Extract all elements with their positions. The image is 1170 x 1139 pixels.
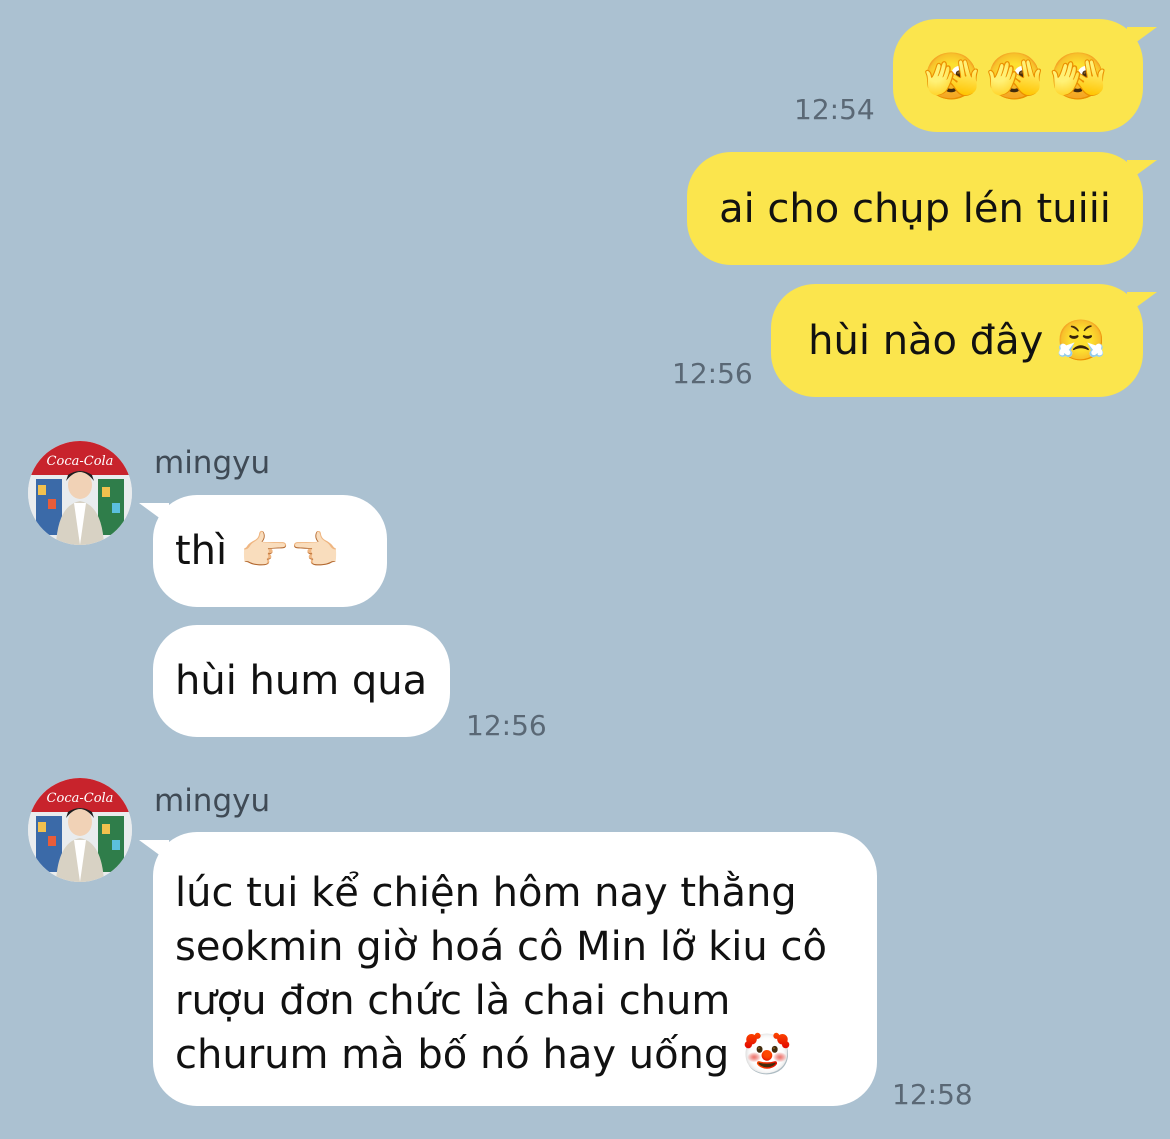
logo-sign: Coca-Cola [47,454,114,469]
message-time: 12:56 [466,709,547,742]
message-line: seokmin giờ hoá cô Min lỡ kiu cô [175,924,827,970]
message-time: 12:56 [672,357,753,390]
outgoing-message-1[interactable]: 🫣🫣🫣 [893,19,1157,132]
outgoing-message-3[interactable]: hùi nào đây 😤 [771,284,1157,397]
incoming-message-3[interactable]: lúc tui kể chiện hôm nay thằng seokmin g… [139,832,877,1106]
message-text: 🫣🫣🫣 [923,48,1113,103]
incoming-message-1[interactable]: thì 👉🏻👈🏻 [139,495,387,607]
message-text: ai cho chụp lén tuiii [719,185,1111,232]
message-time: 12:58 [892,1078,973,1111]
sender-name: mingyu [154,445,271,481]
message-text: thì 👉🏻👈🏻 [175,528,340,574]
person-photo-icon: Coca-Cola [28,441,132,545]
person-photo-icon: Coca-Cola [28,778,132,882]
incoming-message-2[interactable]: hùi hum qua [153,625,450,737]
message-line: lúc tui kể chiện hôm nay thằng [175,870,797,916]
avatar[interactable]: Coca-Cola [28,441,132,545]
message-line: rượu đơn chức là chai chum [175,978,731,1024]
sender-name: mingyu [154,783,271,819]
outgoing-message-2[interactable]: ai cho chụp lén tuiii [687,152,1157,265]
logo-sign: Coca-Cola [47,791,114,806]
avatar[interactable]: Coca-Cola [28,778,132,882]
message-line: churum mà bố nó hay uống 🤡 [175,1032,792,1078]
message-time: 12:54 [794,93,875,126]
message-text: hùi nào đây 😤 [808,317,1106,364]
message-text: hùi hum qua [175,658,428,704]
